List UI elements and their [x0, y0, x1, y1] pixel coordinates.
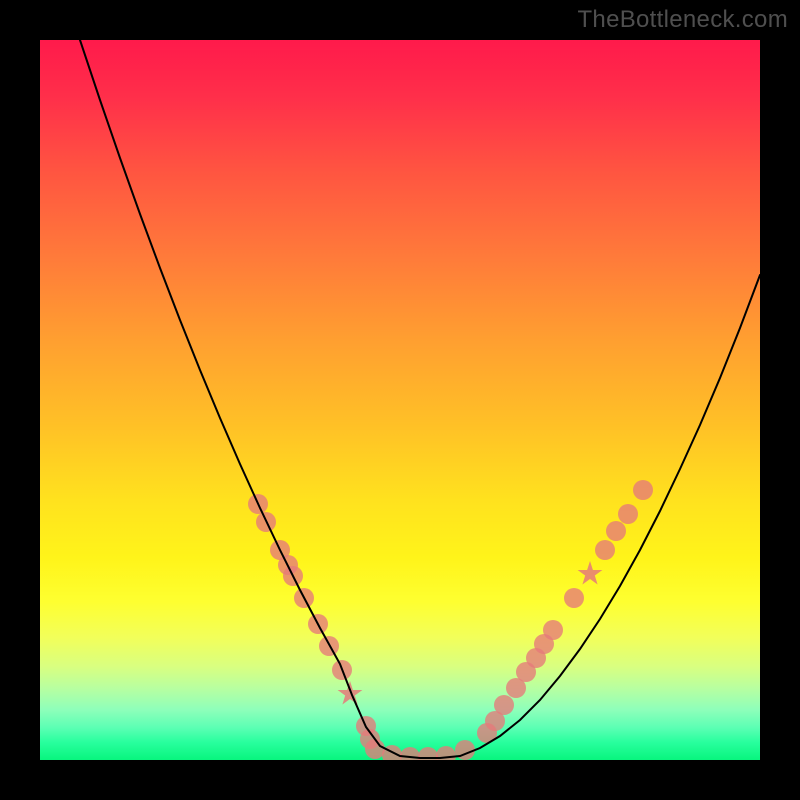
curve-layer	[40, 40, 760, 760]
bottleneck-curve	[80, 40, 760, 758]
dots-left-star	[338, 681, 363, 705]
dots-right-star	[578, 561, 603, 585]
dots-right	[595, 540, 615, 560]
dots-right	[633, 480, 653, 500]
plot-area	[40, 40, 760, 760]
dots-right	[543, 620, 563, 640]
marker-group	[248, 480, 653, 760]
watermark-text: TheBottleneck.com	[577, 6, 788, 34]
chart-frame: TheBottleneck.com	[0, 0, 800, 800]
dots-right	[494, 695, 514, 715]
dots-right	[564, 588, 584, 608]
dots-bottom	[365, 739, 385, 759]
dots-right	[618, 504, 638, 524]
dots-right	[606, 521, 626, 541]
